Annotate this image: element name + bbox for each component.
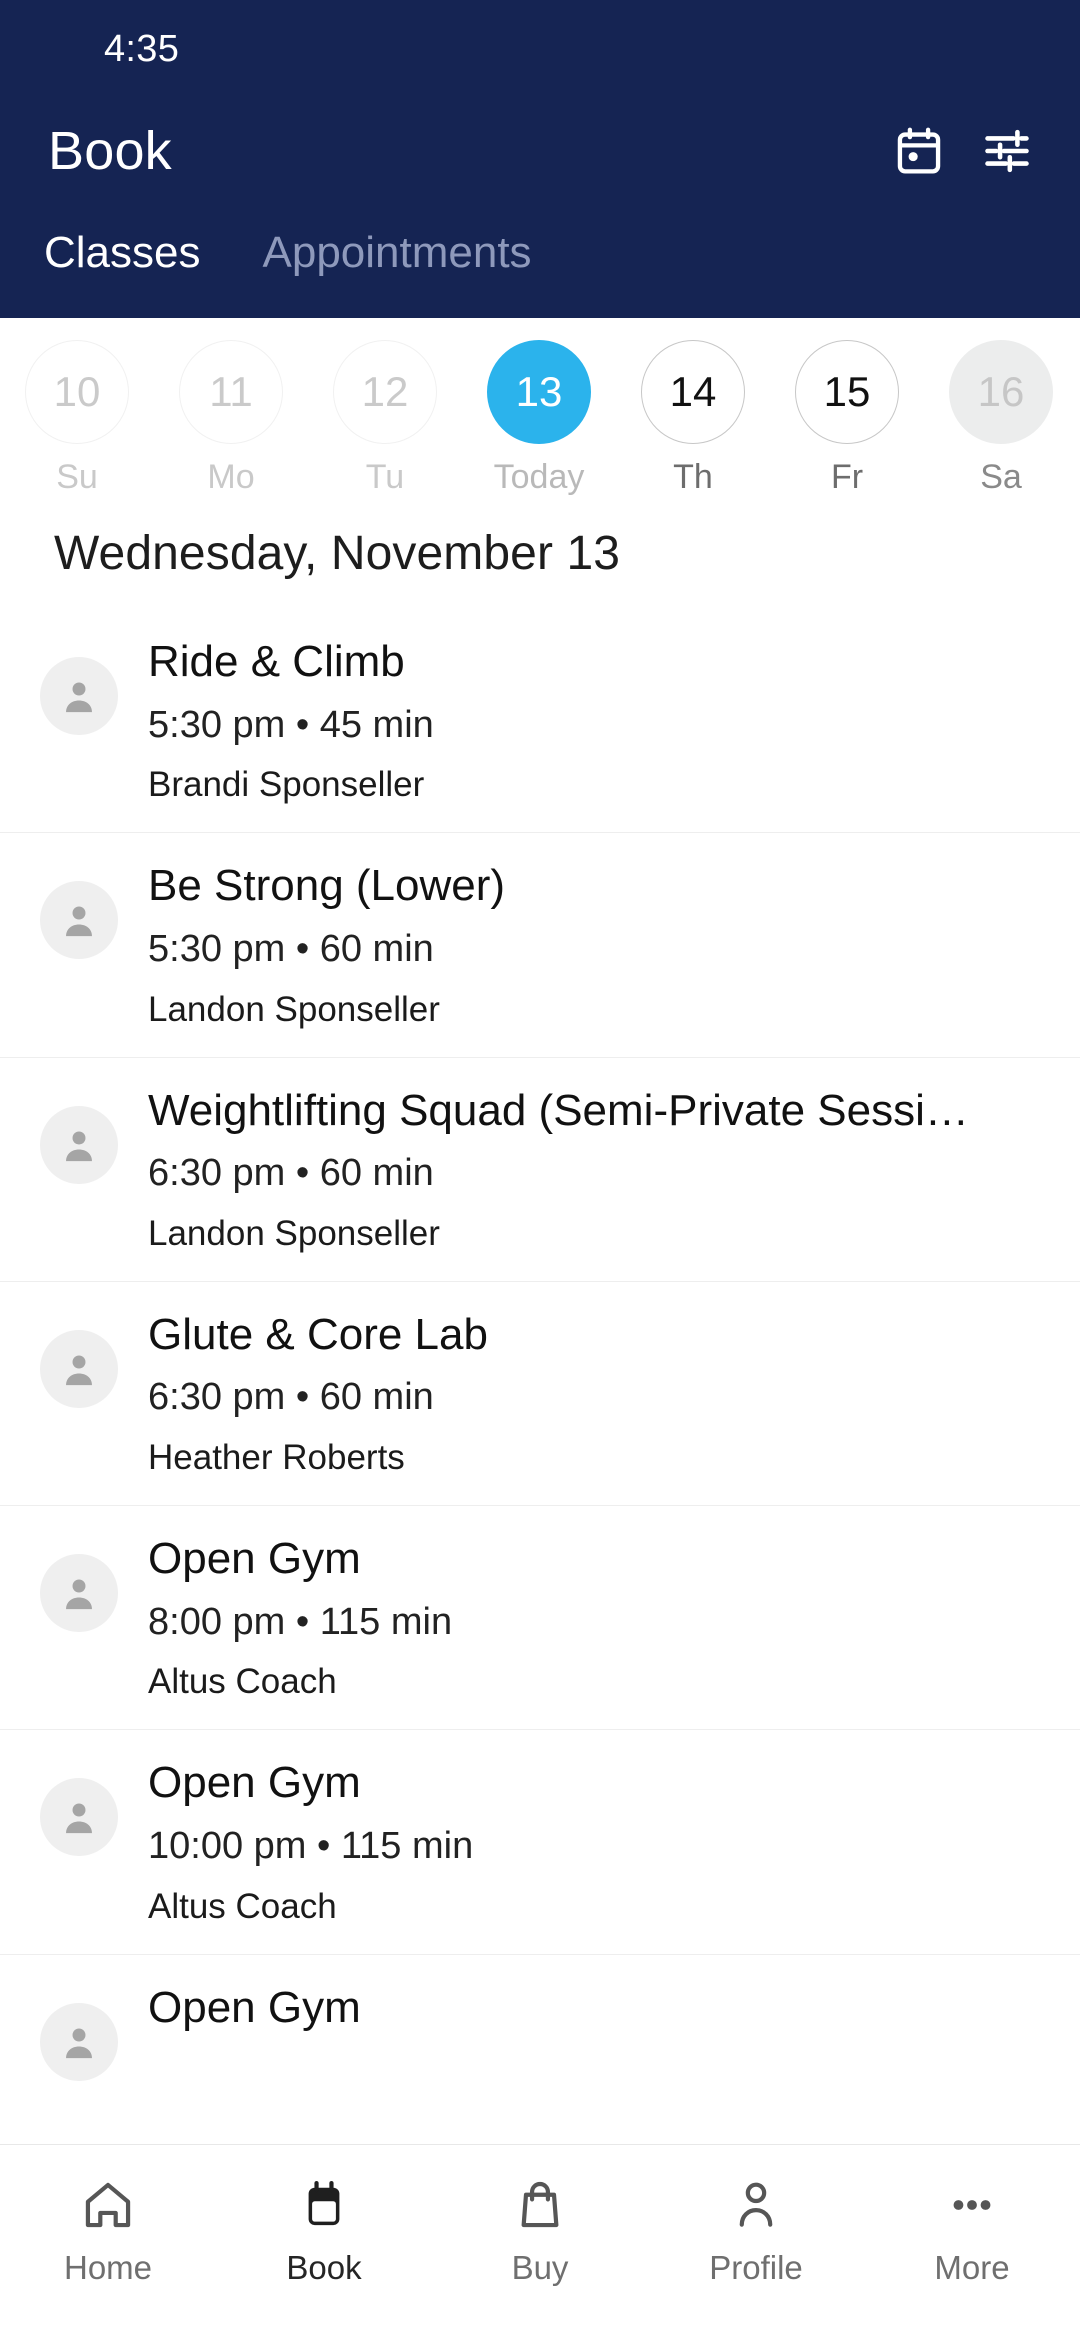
- date-cell-11[interactable]: 11 Mo: [154, 340, 308, 497]
- date-weekday-label: Mo: [207, 458, 255, 496]
- date-circle[interactable]: 15: [795, 340, 899, 444]
- date-cell-12[interactable]: 12 Tu: [308, 340, 462, 497]
- date-circle[interactable]: 10: [25, 340, 129, 444]
- class-list: Ride & Climb 5:30 pm • 45 min Brandi Spons…: [0, 609, 1080, 2144]
- class-instructor: Landon Sponseller: [148, 1213, 440, 1253]
- calendar-icon[interactable]: [296, 2171, 352, 2239]
- app-bar: Book: [0, 96, 1080, 206]
- date-cell-13[interactable]: 13 Today: [462, 340, 616, 497]
- instructor-avatar-icon: [40, 657, 118, 735]
- date-circle[interactable]: 12: [333, 340, 437, 444]
- class-list-area: Wednesday, November 13 Ride & Climb 5:30 …: [0, 500, 1080, 2144]
- date-weekday-label: Tu: [365, 458, 405, 496]
- nav-item-label: Book: [286, 2249, 362, 2286]
- class-list-item[interactable]: Be Strong (Lower) 5:30 pm • 60 min Landon …: [0, 832, 1080, 1056]
- nav-item-book[interactable]: Book: [216, 2171, 432, 2287]
- header: 4:35 Book Classes Appointments: [0, 0, 1080, 318]
- class-list-item[interactable]: Ride & Climb 5:30 pm • 45 min Brandi Spons…: [0, 609, 1080, 832]
- date-cell-14[interactable]: 14 Th: [616, 340, 770, 497]
- person-icon[interactable]: [728, 2171, 784, 2239]
- class-info: Open Gym 8:00 pm • 115 min Altus Coach: [148, 1532, 1040, 1703]
- tab-classes[interactable]: Classes: [30, 228, 215, 279]
- nav-item-profile[interactable]: Profile: [648, 2171, 864, 2287]
- class-instructor: Altus Coach: [148, 1662, 337, 1702]
- page-title: Book: [48, 121, 172, 181]
- nav-item-buy[interactable]: Buy: [432, 2171, 648, 2287]
- shopping-bag-icon[interactable]: [512, 2171, 568, 2239]
- class-name: Be Strong (Lower): [148, 861, 506, 911]
- date-weekday-label: Th: [673, 458, 713, 496]
- date-cell-15[interactable]: 15 Fr: [770, 340, 924, 497]
- date-weekday-label: Fr: [830, 458, 864, 496]
- class-info: Open Gym 10:00 pm • 115 min Altus Coach: [148, 1756, 1040, 1927]
- date-circle[interactable]: 13: [487, 340, 591, 444]
- class-instructor: Heather Roberts: [148, 1438, 405, 1478]
- nav-item-label: More: [934, 2249, 1010, 2286]
- class-name: Open Gym: [148, 1534, 361, 1584]
- date-weekday-label: Sa: [980, 458, 1022, 496]
- class-name: Ride & Climb: [148, 637, 405, 686]
- status-bar-clock: 4:35: [104, 28, 180, 70]
- class-time-duration: 5:30 pm • 45 min: [148, 703, 434, 746]
- class-list-item[interactable]: Weightlifting Squad (Semi-Private Sessi……: [0, 1056, 1080, 1281]
- class-name: Weightlifting Squad (Semi-Private Sessi…: [148, 1085, 969, 1135]
- date-strip[interactable]: 10 Su 11 Mo 12 Tu 13 Today 14 Th 15 Fr 16 Sa: [0, 318, 1080, 500]
- bottom-navigation: Home Book Buy Profile More: [0, 2144, 1080, 2340]
- nav-item-label: Home: [63, 2249, 153, 2286]
- class-name: Open Gym: [148, 1982, 361, 2032]
- date-weekday-label: Su: [56, 458, 98, 496]
- instructor-avatar-icon: [40, 1329, 118, 1408]
- filter-sliders-icon[interactable]: [978, 122, 1036, 180]
- class-time-duration: 6:30 pm • 60 min: [148, 1152, 434, 1195]
- class-list-item[interactable]: Glute & Core Lab 6:30 pm • 60 min Heather …: [0, 1280, 1080, 1505]
- date-weekday-label: Today: [493, 458, 585, 496]
- nav-item-more[interactable]: More: [864, 2171, 1080, 2287]
- date-cell-10[interactable]: 10 Su: [0, 340, 154, 497]
- date-circle[interactable]: 11: [179, 340, 283, 444]
- instructor-avatar-icon: [40, 1105, 118, 1184]
- instructor-avatar-icon: [40, 1778, 118, 1857]
- instructor-avatar-icon: [40, 881, 118, 960]
- day-heading: Wednesday, November 13: [54, 527, 621, 580]
- date-circle[interactable]: 16: [949, 340, 1053, 444]
- home-icon[interactable]: [80, 2171, 136, 2239]
- class-info: Weightlifting Squad (Semi-Private Sessi……: [148, 1084, 1040, 1255]
- class-info: Be Strong (Lower) 5:30 pm • 60 min Landon …: [148, 859, 1040, 1030]
- class-instructor: Landon Sponseller: [148, 989, 440, 1029]
- class-info: Open Gym: [148, 1981, 1040, 2035]
- class-instructor: Brandi Sponseller: [148, 765, 425, 805]
- class-time-duration: 6:30 pm • 60 min: [148, 1376, 434, 1419]
- calendar-icon[interactable]: [890, 122, 948, 180]
- app-bar-actions: [890, 122, 1036, 180]
- tab-bar: Classes Appointments: [0, 206, 1080, 318]
- instructor-avatar-icon: [40, 2002, 118, 2081]
- class-name: Open Gym: [148, 1758, 361, 1808]
- nav-item-label: Profile: [709, 2249, 803, 2286]
- class-time-duration: 5:30 pm • 60 min: [148, 927, 434, 970]
- class-name: Glute & Core Lab: [148, 1309, 488, 1359]
- status-bar: 4:35: [0, 0, 1080, 96]
- instructor-avatar-icon: [40, 1554, 118, 1633]
- tab-appointments[interactable]: Appointments: [249, 228, 546, 279]
- class-time-duration: 8:00 pm • 115 min: [148, 1600, 453, 1643]
- date-circle[interactable]: 14: [641, 340, 745, 444]
- class-list-item[interactable]: Open Gym 8:00 pm • 115 min Altus Coach: [0, 1505, 1080, 1729]
- nav-item-label: Buy: [511, 2249, 569, 2286]
- nav-item-home[interactable]: Home: [0, 2171, 216, 2287]
- class-list-item[interactable]: Open Gym: [0, 1953, 1080, 2144]
- class-list-item[interactable]: Open Gym 10:00 pm • 115 min Altus Coach: [0, 1729, 1080, 1953]
- class-info: Glute & Core Lab 6:30 pm • 60 min Heather …: [148, 1308, 1040, 1479]
- more-dots-icon[interactable]: [944, 2171, 1000, 2239]
- class-time-duration: 10:00 pm • 115 min: [148, 1825, 474, 1867]
- class-instructor: Altus Coach: [148, 1886, 337, 1926]
- date-cell-16[interactable]: 16 Sa: [924, 340, 1078, 497]
- class-info: Ride & Climb 5:30 pm • 45 min Brandi Spons…: [148, 635, 1040, 806]
- app-screen: 4:35 Book Classes Appointments 10 Su 11 …: [0, 0, 1080, 2340]
